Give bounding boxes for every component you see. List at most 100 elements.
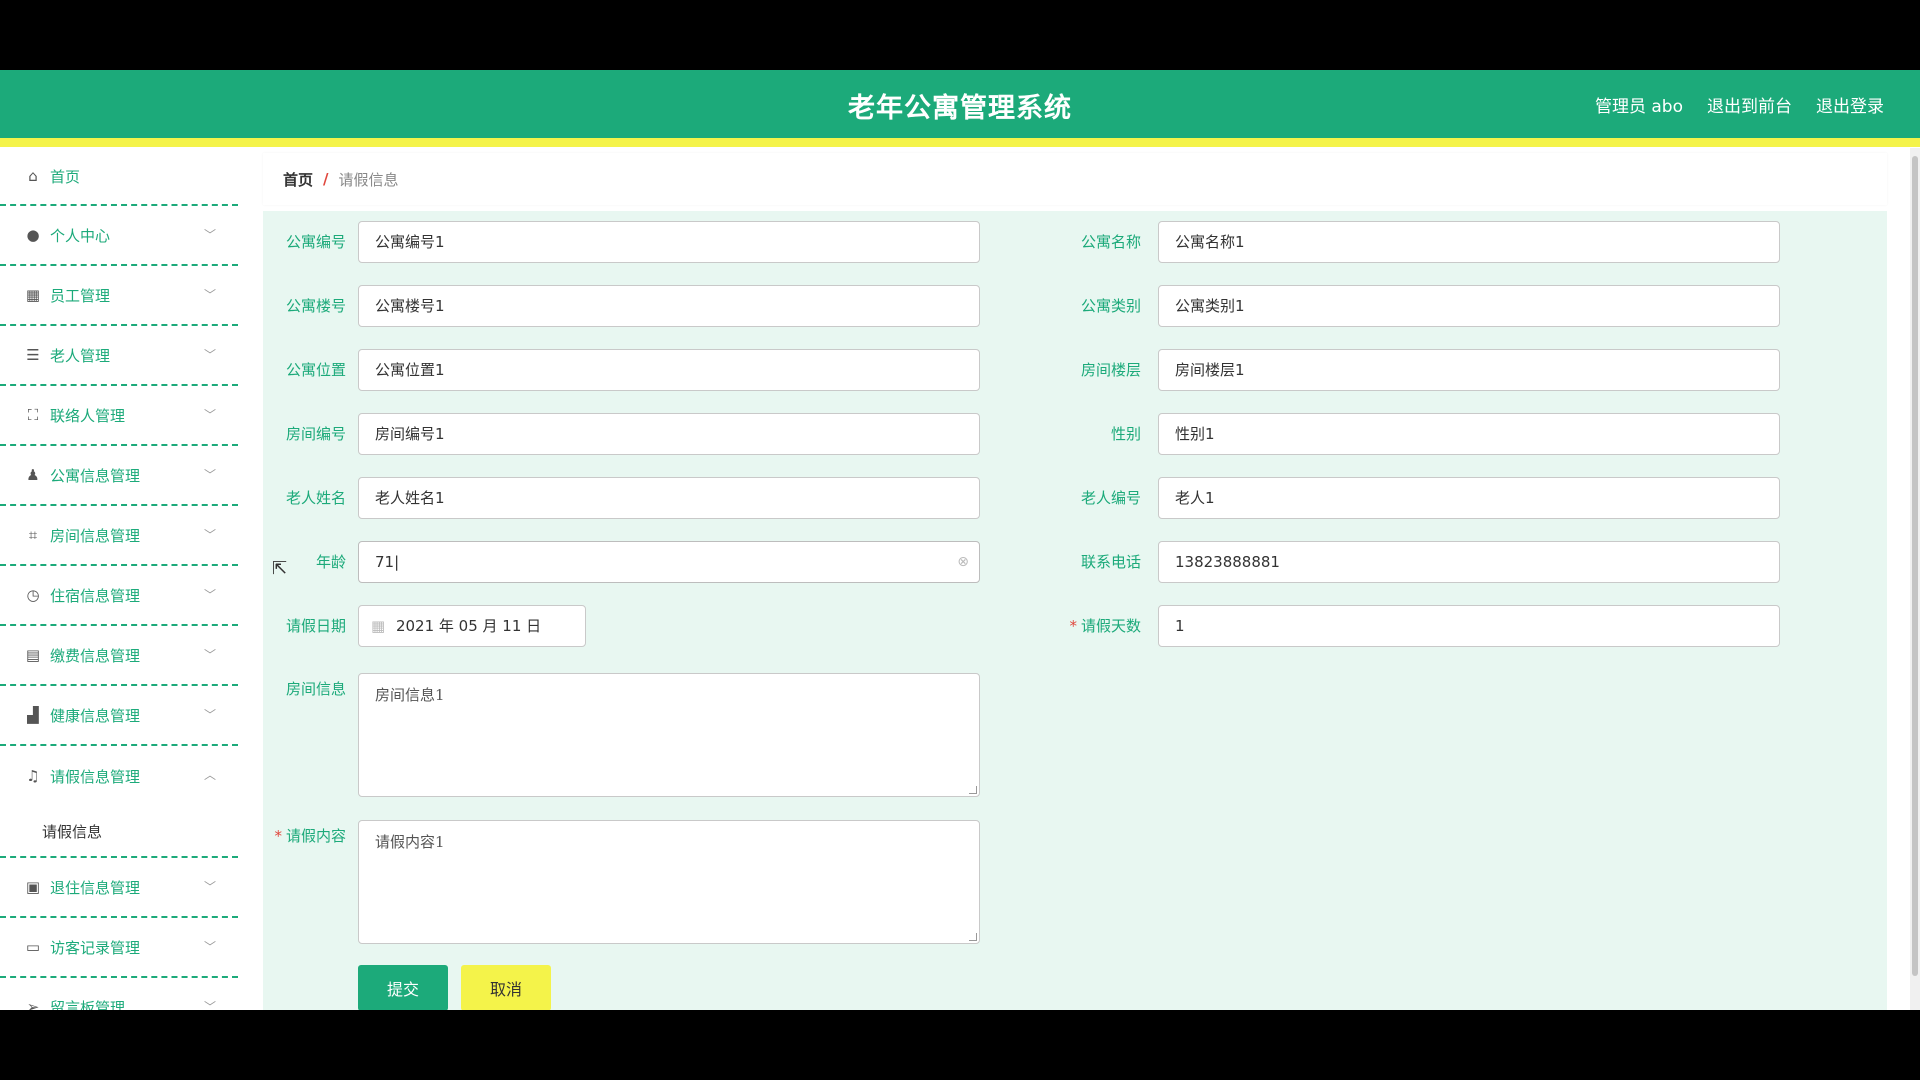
leave-content-textarea[interactable]: 请假内容1 [358, 820, 980, 944]
sidebar-item-label: 房间信息管理 [50, 526, 141, 545]
app-screen: 老年公寓管理系统 管理员 abo 退出到前台 退出登录 ⌂ 首页 ● 个人中心 … [0, 70, 1920, 1010]
age-value: 71| [375, 553, 400, 571]
chevron-down-icon: ﹀ [203, 528, 216, 542]
required-mark: * [274, 827, 282, 845]
label-room-info: 房间信息 [285, 680, 346, 698]
bell-off-icon: ♫ [26, 767, 40, 785]
sidebar-item-room-info[interactable]: ⌗ 房间信息管理 ﹀ [0, 506, 238, 566]
breadcrumb-home[interactable]: 首页 [283, 169, 313, 190]
sidebar-item-visitor-records[interactable]: ▭ 访客记录管理 ﹀ [0, 918, 238, 978]
required-mark: * [1069, 617, 1077, 635]
room-floor-input[interactable]: 房间楼层1 [1158, 349, 1780, 391]
leave-date-picker[interactable]: ▦ 2021 年 05 月 11 日 [358, 605, 586, 647]
frame-icon: ⛶ [27, 406, 39, 424]
phone-input[interactable]: 13823888881 [1158, 541, 1780, 583]
sidebar-item-label: 健康信息管理 [50, 706, 141, 725]
apartment-name-input[interactable]: 公寓名称1 [1158, 221, 1780, 263]
clipboard-icon: ▤ [25, 646, 41, 664]
sidebar-item-staff[interactable]: ▦ 员工管理 ﹀ [0, 266, 238, 326]
label-leave-date: 请假日期 [285, 617, 346, 635]
gender-input[interactable]: 性别1 [1158, 413, 1780, 455]
sidebar-item-elders[interactable]: ☰ 老人管理 ﹀ [0, 326, 238, 386]
sidebar-item-label: 联络人管理 [50, 406, 126, 425]
cancel-button[interactable]: 取消 [461, 965, 551, 1010]
label-phone: 联系电话 [1080, 553, 1141, 571]
chevron-down-icon: ﹀ [203, 880, 216, 894]
elder-name-input[interactable]: 老人姓名1 [358, 477, 980, 519]
sidebar-item-apartment-info[interactable]: ♟ 公寓信息管理 ﹀ [0, 446, 238, 506]
apartment-type-input[interactable]: 公寓类别1 [1158, 285, 1780, 327]
label-apartment-no: 公寓编号 [285, 233, 346, 251]
label-building-no: 公寓楼号 [285, 297, 346, 315]
list-icon: ☰ [26, 346, 40, 364]
elder-no-input[interactable]: 老人1 [1158, 477, 1780, 519]
breadcrumb: 首页 / 请假信息 [263, 153, 1887, 205]
sidebar-item-label: 老人管理 [50, 346, 111, 365]
breadcrumb-current: 请假信息 [338, 170, 399, 189]
chevron-down-icon: ﹀ [203, 1000, 216, 1010]
label-apartment-type: 公寓类别 [1080, 297, 1141, 315]
sidebar-item-message-board[interactable]: ➢ 留言板管理 ﹀ [0, 978, 238, 1010]
label-room-no: 房间编号 [285, 425, 346, 443]
sidebar-item-personal-center[interactable]: ● 个人中心 ﹀ [0, 206, 238, 266]
sidebar-item-contacts[interactable]: ⛶ 联络人管理 ﹀ [0, 386, 238, 446]
sidebar-item-checkout-info[interactable]: ▣ 退住信息管理 ﹀ [0, 858, 238, 918]
mouse-pointer-icon: ⇱ [272, 558, 288, 579]
crop-icon: ⌗ [28, 526, 38, 544]
label-gender: 性别 [1110, 425, 1141, 443]
label-leave-content-text: 请假内容 [285, 827, 346, 845]
chevron-down-icon: ﹀ [203, 408, 216, 422]
leave-days-input[interactable]: 1 [1158, 605, 1780, 647]
chevron-down-icon: ﹀ [203, 468, 216, 482]
sidebar-item-label: 住宿信息管理 [50, 586, 141, 605]
label-leave-days: * 请假天数 [1053, 605, 1141, 647]
sidebar-item-label: 留言板管理 [50, 998, 126, 1011]
apartment-no-input[interactable]: 公寓编号1 [358, 221, 980, 263]
sidebar-item-label: 员工管理 [50, 286, 111, 305]
sidebar-item-label: 访客记录管理 [50, 938, 141, 957]
sidebar-subitem-leave-info[interactable]: 请假信息 [0, 806, 238, 858]
label-leave-days-text: 请假天数 [1080, 617, 1141, 635]
submit-button[interactable]: 提交 [358, 965, 448, 1010]
leave-form-panel: 公寓编号 公寓编号1 公寓名称 公寓名称1 公寓楼号 公寓楼号1 公寓类别 公寓… [263, 211, 1887, 1010]
chevron-up-icon: ︿ [203, 768, 216, 782]
stamp-icon: ♟ [26, 466, 40, 484]
label-leave-content: * 请假内容 [263, 815, 346, 857]
sidebar-item-payment-info[interactable]: ▤ 缴费信息管理 ﹀ [0, 626, 238, 686]
label-apartment-name: 公寓名称 [1080, 233, 1141, 251]
room-info-textarea[interactable]: 房间信息1 [358, 673, 980, 797]
id-card-icon: ▭ [25, 938, 41, 956]
logout-link[interactable]: 退出登录 [1816, 92, 1884, 117]
label-elder-no: 老人编号 [1080, 489, 1141, 507]
grid-icon: ▦ [25, 286, 41, 304]
page-scrollbar[interactable] [1910, 148, 1920, 1010]
label-location: 公寓位置 [285, 361, 346, 379]
header-accent-stripe [0, 138, 1920, 147]
chevron-down-icon: ﹀ [203, 940, 216, 954]
bar-chart-icon: ▟ [27, 706, 39, 724]
room-no-input[interactable]: 房间编号1 [358, 413, 980, 455]
resize-grip-icon[interactable] [969, 933, 977, 941]
chevron-down-icon: ﹀ [203, 588, 216, 602]
exit-to-front-link[interactable]: 退出到前台 [1707, 92, 1792, 117]
label-elder-name: 老人姓名 [285, 489, 346, 507]
sidebar-item-home[interactable]: ⌂ 首页 [0, 148, 238, 206]
sidebar-item-health-info[interactable]: ▟ 健康信息管理 ﹀ [0, 686, 238, 746]
clock-icon: ◷ [26, 586, 40, 604]
admin-user-link[interactable]: 管理员 abo [1595, 92, 1683, 117]
checklist-icon: ▣ [25, 878, 41, 896]
location-input[interactable]: 公寓位置1 [358, 349, 980, 391]
resize-grip-icon[interactable] [969, 786, 977, 794]
age-input[interactable]: 71| ⊗ [358, 541, 980, 583]
room-info-value: 房间信息1 [375, 686, 445, 704]
chevron-down-icon: ﹀ [203, 648, 216, 662]
building-no-input[interactable]: 公寓楼号1 [358, 285, 980, 327]
clear-icon[interactable]: ⊗ [957, 542, 969, 582]
sidebar-item-lodging-info[interactable]: ◷ 住宿信息管理 ﹀ [0, 566, 238, 626]
chevron-down-icon: ﹀ [203, 708, 216, 722]
label-room-floor: 房间楼层 [1080, 361, 1141, 379]
sidebar-item-leave-info[interactable]: ♫ 请假信息管理 ︿ [0, 746, 238, 806]
breadcrumb-separator: / [323, 170, 329, 188]
scrollbar-thumb[interactable] [1912, 156, 1918, 976]
sidebar-item-label: 缴费信息管理 [50, 646, 141, 665]
